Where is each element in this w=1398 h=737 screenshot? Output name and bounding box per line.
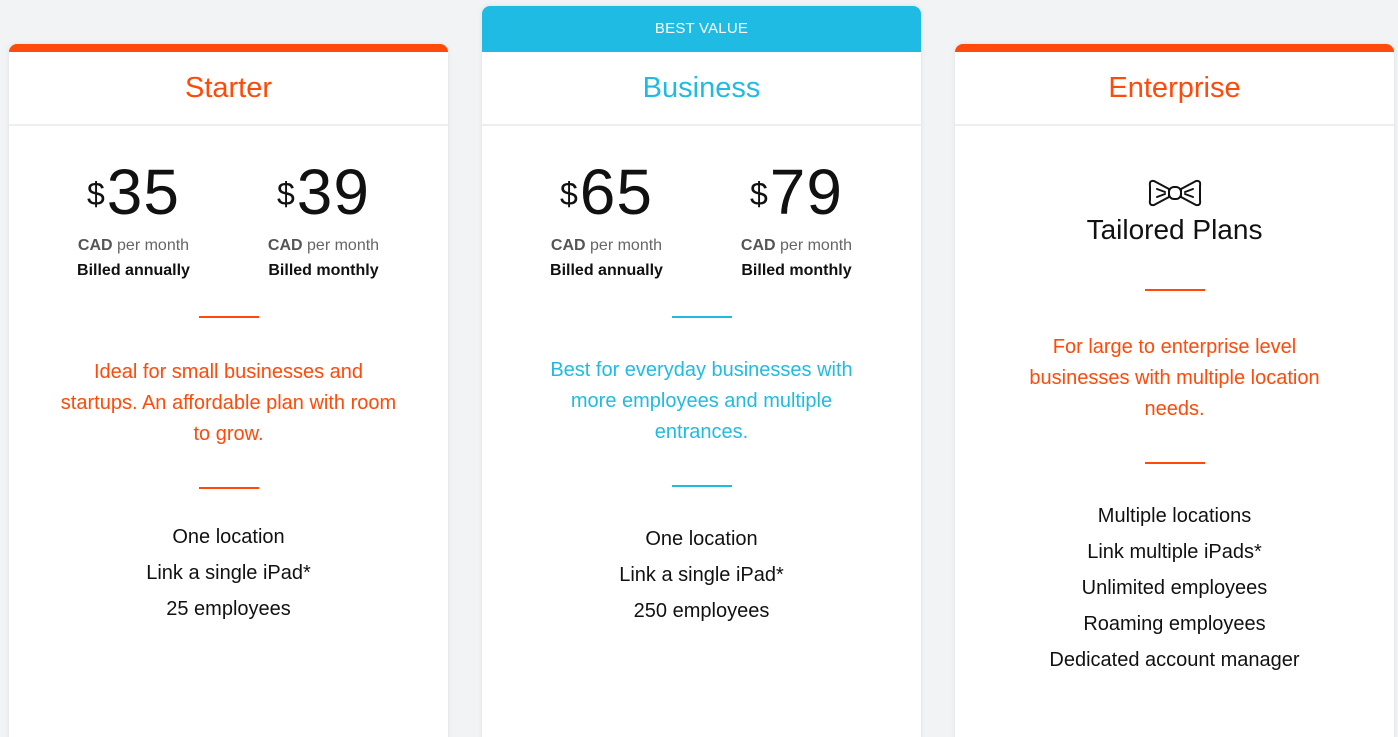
price-amount: $65 — [531, 160, 683, 224]
price-value: 35 — [106, 156, 180, 228]
tailored-block: Tailored Plans — [955, 178, 1394, 246]
price-unit: CAD per month — [531, 237, 683, 255]
divider — [198, 487, 259, 489]
period: per month — [780, 237, 853, 254]
divider — [198, 316, 259, 318]
best-value-badge: BEST VALUE — [482, 6, 921, 52]
feature-item: Dedicated account manager — [1049, 649, 1300, 671]
period: per month — [307, 237, 380, 254]
feature-item: Unlimited employees — [1081, 577, 1268, 599]
currency-symbol: $ — [277, 176, 296, 212]
price-monthly: $39 CAD per month Billed monthly — [248, 160, 400, 280]
price-unit: CAD per month — [248, 237, 400, 255]
plan-description: Best for everyday businesses with more e… — [550, 359, 853, 443]
plan-title: Enterprise — [955, 52, 1394, 126]
period: per month — [590, 237, 663, 254]
feature-item: Link a single iPad* — [619, 564, 784, 586]
plan-description: Ideal for small businesses and startups.… — [60, 361, 397, 445]
billing-cycle: Billed monthly — [741, 262, 852, 279]
period: per month — [117, 237, 190, 254]
price-value: 39 — [296, 156, 370, 228]
plan-description: For large to enterprise level businesses… — [1029, 336, 1320, 420]
feature-item: Multiple locations — [1097, 505, 1252, 527]
price-monthly: $79 CAD per month Billed monthly — [721, 160, 873, 280]
billing-cycle: Billed annually — [550, 262, 663, 279]
feature-list: One location Link a single iPad* 25 empl… — [9, 519, 448, 627]
plan-card-business: BEST VALUE Business $65 CAD per month Bi… — [482, 6, 921, 737]
feature-item: One location — [172, 526, 285, 548]
feature-item: Roaming employees — [1083, 613, 1266, 635]
divider — [671, 485, 732, 487]
feature-list: One location Link a single iPad* 250 emp… — [482, 521, 921, 629]
price-group: $65 CAD per month Billed annually $79 CA… — [482, 160, 921, 280]
bowtie-icon — [1148, 179, 1201, 207]
pricing-section: Starter $35 CAD per month Billed annuall… — [0, 0, 1398, 737]
currency-code: CAD — [77, 237, 113, 254]
billing-cycle: Billed annually — [77, 262, 190, 279]
price-group: $35 CAD per month Billed annually $39 CA… — [9, 160, 448, 280]
plan-title: Business — [482, 52, 921, 126]
currency-code: CAD — [267, 237, 303, 254]
divider — [1144, 289, 1205, 291]
price-value: 65 — [579, 156, 653, 228]
price-annual: $35 CAD per month Billed annually — [58, 160, 210, 280]
currency-symbol: $ — [87, 176, 106, 212]
currency-symbol: $ — [560, 176, 579, 212]
price-amount: $39 — [248, 160, 400, 224]
plan-card-starter: Starter $35 CAD per month Billed annuall… — [9, 44, 448, 737]
feature-item: Link multiple iPads* — [1087, 541, 1262, 563]
plan-card-enterprise: Enterprise Tailored Plans For large to e… — [955, 44, 1394, 737]
price-annual: $65 CAD per month Billed annually — [531, 160, 683, 280]
plan-title: Starter — [9, 52, 448, 126]
currency-code: CAD — [550, 237, 586, 254]
feature-list: Multiple locations Link multiple iPads* … — [955, 498, 1394, 678]
feature-item: 25 employees — [166, 598, 291, 620]
currency-symbol: $ — [750, 176, 769, 212]
tailored-plans-label: Tailored Plans — [1086, 214, 1263, 245]
price-value: 79 — [769, 156, 843, 228]
billing-cycle: Billed monthly — [268, 262, 379, 279]
feature-item: One location — [645, 528, 758, 550]
feature-item: Link a single iPad* — [146, 562, 311, 584]
feature-item: 250 employees — [633, 600, 770, 622]
price-amount: $35 — [58, 160, 210, 224]
divider — [671, 316, 732, 318]
price-unit: CAD per month — [58, 237, 210, 255]
currency-code: CAD — [740, 237, 776, 254]
price-unit: CAD per month — [721, 237, 873, 255]
divider — [1144, 462, 1205, 464]
price-amount: $79 — [721, 160, 873, 224]
